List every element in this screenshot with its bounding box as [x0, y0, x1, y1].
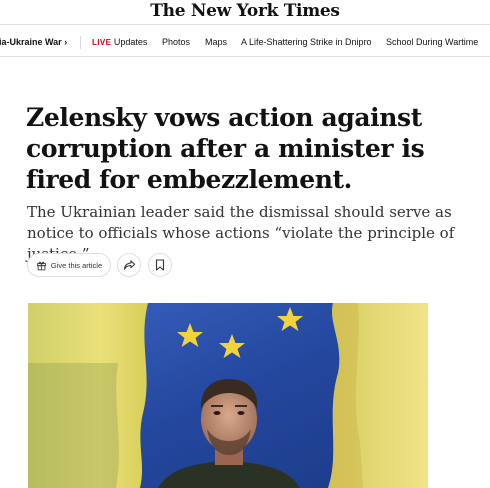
gift-article-button[interactable]: Give this article	[27, 253, 111, 277]
share-arrow-icon	[123, 260, 135, 270]
nav-item-photos[interactable]: Photos	[162, 37, 190, 47]
nav-item-live-updates[interactable]: LIVE Updates	[92, 37, 147, 47]
bookmark-icon	[155, 259, 165, 271]
gift-icon	[36, 261, 46, 270]
nav-separator	[80, 36, 81, 49]
live-badge: LIVE	[92, 38, 112, 47]
masthead: The New York Times	[0, 0, 490, 25]
nav-item-strike-dnipro[interactable]: A Life-Shattering Strike in Dnipro	[241, 37, 372, 47]
nav-item-russia-ukraine-war[interactable]: ia-Ukraine War ›	[0, 37, 67, 47]
section-nav: ia-Ukraine War › LIVE Updates Photos Map…	[0, 29, 490, 56]
article-lead-photo[interactable]	[28, 303, 428, 488]
save-button[interactable]	[148, 253, 172, 277]
article-headline: Zelensky vows action against corruption …	[26, 103, 425, 194]
gift-article-label: Give this article	[50, 260, 103, 270]
nyt-logo[interactable]: The New York Times	[0, 1, 490, 21]
nav-item-school-wartime[interactable]: School During Wartime	[386, 37, 478, 47]
nav-divider	[0, 56, 490, 57]
masthead-divider	[0, 24, 490, 25]
nav-item-maps[interactable]: Maps	[205, 37, 227, 47]
lead-photo-image	[28, 303, 428, 488]
nav-item-label: Updates	[113, 37, 148, 47]
share-button[interactable]	[117, 253, 141, 277]
